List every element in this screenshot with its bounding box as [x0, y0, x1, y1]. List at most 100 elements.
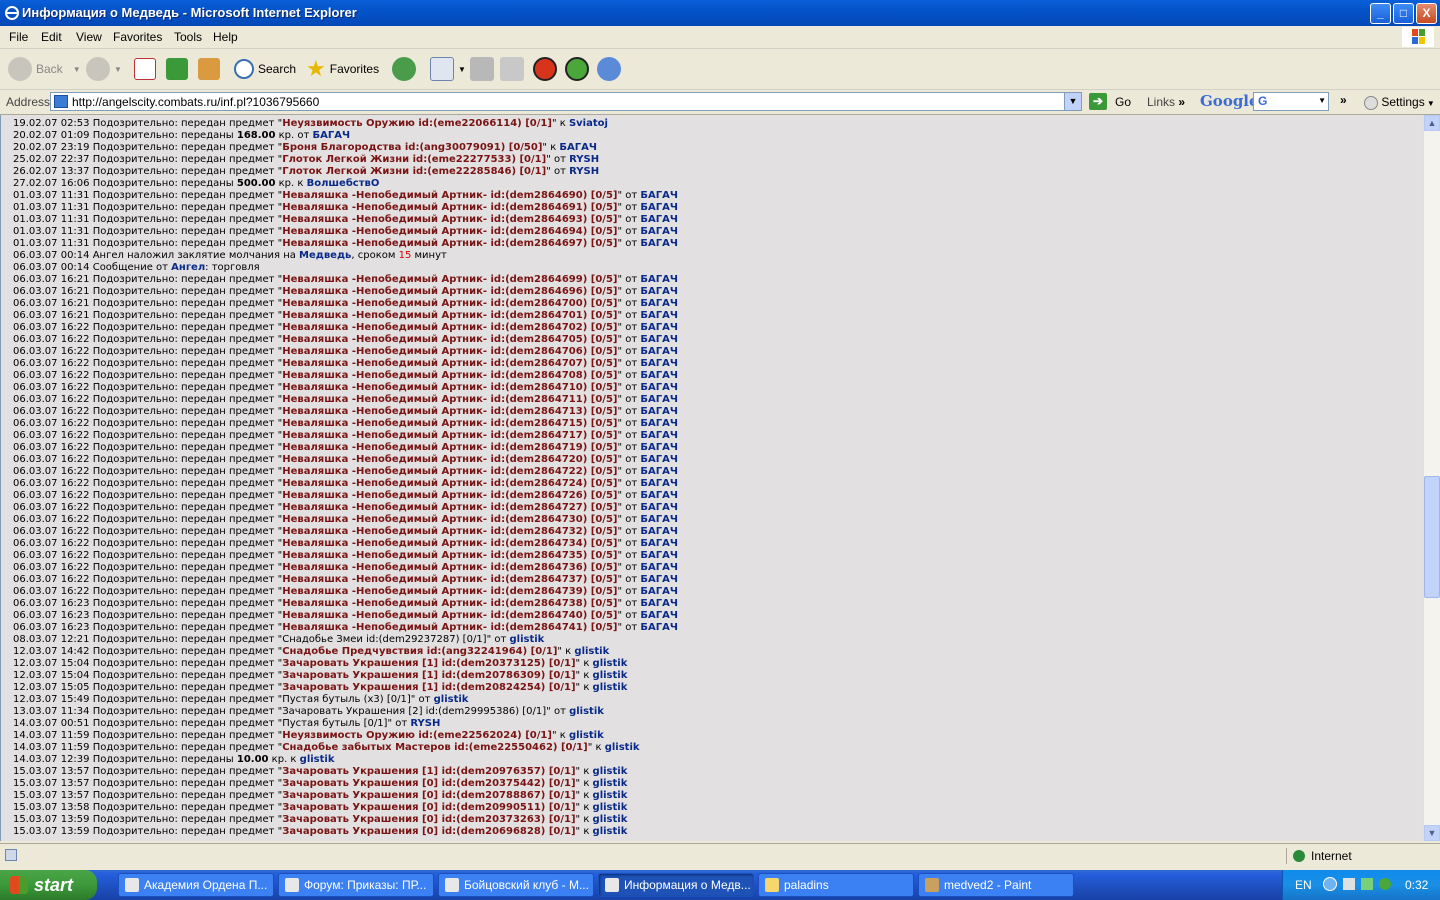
log-nick-link[interactable]: Ангел	[171, 262, 205, 273]
log-nick-link[interactable]: БАГАЧ	[640, 490, 678, 501]
log-nick-link[interactable]: БАГАЧ	[640, 382, 678, 393]
stop-button[interactable]	[134, 54, 160, 84]
log-nick-link[interactable]: glistik	[593, 826, 628, 837]
log-nick-link[interactable]: БАГАЧ	[640, 334, 678, 345]
log-nick-link[interactable]: glistik	[605, 742, 640, 753]
address-dropdown-icon[interactable]: ▼	[1064, 93, 1081, 110]
icq-button[interactable]	[565, 54, 593, 84]
address-url[interactable]: http://angelscity.combats.ru/inf.pl?1036…	[72, 95, 319, 109]
addon-button-1[interactable]	[533, 54, 561, 84]
log-nick-link[interactable]: БАГАЧ	[640, 514, 678, 525]
log-nick-link[interactable]: glistik	[509, 634, 544, 645]
task-info-medved[interactable]: Информация о Медв...	[598, 873, 754, 897]
log-nick-link[interactable]: БАГАЧ	[640, 286, 678, 297]
close-button[interactable]: X	[1416, 3, 1437, 24]
log-nick-link[interactable]: glistik	[574, 646, 609, 657]
tray-expand-icon[interactable]	[1323, 877, 1337, 891]
links-button[interactable]: Links »	[1147, 95, 1185, 109]
log-nick-link[interactable]: БАГАЧ	[640, 346, 678, 357]
log-nick-link[interactable]: glistik	[569, 706, 604, 717]
log-nick-link[interactable]: БАГАЧ	[640, 610, 678, 621]
log-nick-link[interactable]: glistik	[434, 694, 469, 705]
mail-button[interactable]: ▼	[430, 54, 466, 84]
log-nick-link[interactable]: БАГАЧ	[640, 418, 678, 429]
log-nick-link[interactable]: БАГАЧ	[640, 430, 678, 441]
maximize-button[interactable]: □	[1393, 3, 1414, 24]
address-input[interactable]: http://angelscity.combats.ru/inf.pl?1036…	[50, 92, 1082, 111]
log-nick-link[interactable]: БАГАЧ	[640, 214, 678, 225]
home-button[interactable]	[198, 54, 224, 84]
log-nick-link[interactable]: glistik	[300, 754, 335, 765]
task-fight-club[interactable]: Бойцовский клуб - М...	[438, 873, 594, 897]
log-nick-link[interactable]: БАГАЧ	[640, 238, 678, 249]
refresh-button[interactable]	[166, 54, 192, 84]
log-nick-link[interactable]: БАГАЧ	[640, 466, 678, 477]
log-nick-link[interactable]: Sviatoj	[569, 118, 608, 129]
back-dropdown-icon[interactable]: ▼	[73, 65, 81, 74]
toolbar-chevron-icon[interactable]: »	[1340, 93, 1347, 107]
log-nick-link[interactable]: БАГАЧ	[640, 274, 678, 285]
log-nick-link[interactable]: glistik	[593, 790, 628, 801]
log-nick-link[interactable]: glistik	[593, 670, 628, 681]
favorites-button[interactable]: ★ Favorites	[306, 54, 379, 84]
log-nick-link[interactable]: glistik	[593, 778, 628, 789]
log-nick-link[interactable]: glistik	[593, 658, 628, 669]
task-forum[interactable]: Форум: Приказы: ПР...	[278, 873, 434, 897]
google-dropdown-icon[interactable]: ▼	[1318, 96, 1326, 105]
log-nick-link[interactable]: БАГАЧ	[640, 394, 678, 405]
start-button[interactable]: start	[0, 870, 97, 900]
menu-edit[interactable]: Edit	[41, 30, 62, 44]
print-button[interactable]	[470, 54, 498, 84]
language-indicator[interactable]: EN	[1295, 878, 1312, 892]
network-icon[interactable]	[1361, 878, 1373, 890]
menu-file[interactable]: File	[9, 30, 28, 44]
vertical-scrollbar[interactable]: ▲ ▼	[1423, 115, 1440, 841]
log-nick-link[interactable]: БАГАЧ	[640, 310, 678, 321]
scroll-thumb[interactable]	[1424, 476, 1440, 598]
settings-button[interactable]: Settings ▼	[1364, 95, 1435, 110]
task-paladins[interactable]: paladins	[758, 873, 914, 897]
log-nick-link[interactable]: БАГАЧ	[640, 406, 678, 417]
scroll-up-button[interactable]: ▲	[1424, 115, 1440, 131]
log-nick-link[interactable]: БАГАЧ	[640, 562, 678, 573]
log-nick-link[interactable]: БАГАЧ	[640, 358, 678, 369]
log-nick-link[interactable]: RYSH	[569, 154, 599, 165]
volume-icon[interactable]	[1343, 878, 1355, 890]
task-paint[interactable]: medved2 - Paint	[918, 873, 1074, 897]
log-nick-link[interactable]: БАГАЧ	[640, 226, 678, 237]
log-nick-link[interactable]: ВолшебствО	[307, 178, 380, 189]
go-button[interactable]: ➔ Go	[1089, 93, 1131, 110]
log-nick-link[interactable]: БАГАЧ	[559, 142, 597, 153]
log-nick-link[interactable]: glistik	[593, 814, 628, 825]
forward-button[interactable]: ▼	[86, 54, 122, 84]
icq-tray-icon[interactable]	[1379, 878, 1391, 890]
log-nick-link[interactable]: БАГАЧ	[640, 454, 678, 465]
log-nick-link[interactable]: БАГАЧ	[640, 478, 678, 489]
log-nick-link[interactable]: БАГАЧ	[640, 622, 678, 633]
log-nick-link[interactable]: БАГАЧ	[640, 550, 678, 561]
task-academy[interactable]: Академия Ордена П...	[118, 873, 274, 897]
search-button[interactable]: Search	[234, 54, 296, 84]
log-nick-link[interactable]: glistik	[593, 802, 628, 813]
forward-dropdown-icon[interactable]: ▼	[114, 65, 122, 74]
scroll-down-button[interactable]: ▼	[1424, 825, 1440, 841]
menu-view[interactable]: View	[76, 30, 102, 44]
log-nick-link[interactable]: glistik	[569, 730, 604, 741]
log-nick-link[interactable]: БАГАЧ	[640, 526, 678, 537]
log-nick-link[interactable]: БАГАЧ	[640, 586, 678, 597]
log-nick-link[interactable]: БАГАЧ	[313, 130, 351, 141]
menu-tools[interactable]: Tools	[174, 30, 202, 44]
minimize-button[interactable]: _	[1370, 3, 1391, 24]
log-nick-link[interactable]: RYSH	[410, 718, 440, 729]
log-nick-link[interactable]: БАГАЧ	[640, 502, 678, 513]
edit-button[interactable]	[500, 54, 528, 84]
log-nick-link[interactable]: RYSH	[569, 166, 599, 177]
log-nick-link[interactable]: БАГАЧ	[640, 322, 678, 333]
mail-dropdown-icon[interactable]: ▼	[458, 65, 466, 74]
log-nick-link[interactable]: Медведь	[299, 250, 351, 261]
google-search-input[interactable]: G ▼	[1253, 92, 1329, 111]
history-button[interactable]	[392, 54, 420, 84]
log-nick-link[interactable]: glistik	[593, 766, 628, 777]
log-nick-link[interactable]: БАГАЧ	[640, 538, 678, 549]
log-nick-link[interactable]: БАГАЧ	[640, 598, 678, 609]
